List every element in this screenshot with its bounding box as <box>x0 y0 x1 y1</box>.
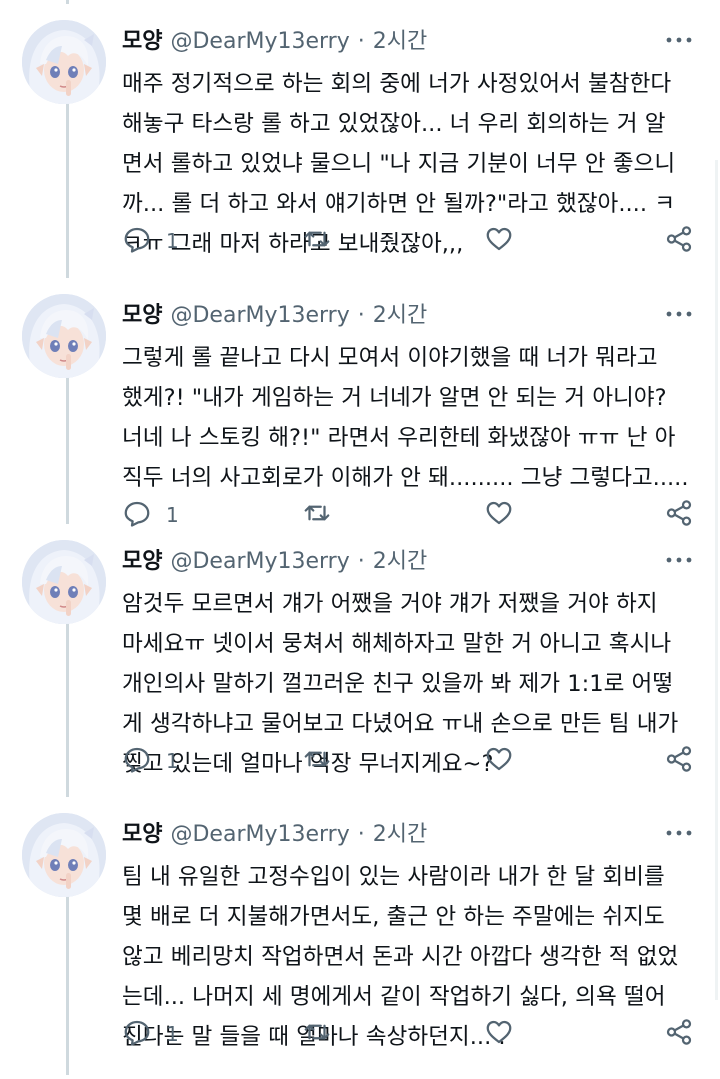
retweet-icon <box>302 1017 332 1051</box>
share-button[interactable] <box>664 224 694 258</box>
retweet-icon <box>302 744 332 778</box>
tweet-text-line: 팀 내 유일한 고정수입이 있는 사람이라 내가 한 달 회비를 <box>122 864 665 890</box>
more-horizontal-icon[interactable] <box>664 302 694 326</box>
share-button[interactable] <box>664 498 694 532</box>
retweet-button[interactable] <box>302 744 332 778</box>
share-button[interactable] <box>664 1017 694 1051</box>
tweet-text-line: 암것두 모르면서 걔가 어쨌을 거야 걔가 저쨌을 거야 하지 <box>122 591 658 617</box>
retweet-button[interactable] <box>302 498 332 532</box>
tweet-text-line: 않고 베리망치 작업하면서 돈과 시간 아깝다 생각한 적 없었 <box>122 944 679 970</box>
tweet-text-line: 너네 나 스토킹 해?!" 라면서 우리한테 화냈잖아 ㅠㅠ 난 아 <box>122 425 676 451</box>
like-button[interactable] <box>484 498 514 532</box>
timestamp[interactable]: 2시간 <box>373 29 427 54</box>
separator-dot: · <box>357 303 365 328</box>
separator-dot: · <box>357 549 365 574</box>
display-name[interactable]: 모양 <box>122 549 162 574</box>
like-button[interactable] <box>484 224 514 258</box>
avatar[interactable] <box>22 540 106 624</box>
reply-count: 1 <box>166 503 179 527</box>
reply-bubble-icon <box>122 1017 152 1051</box>
tweet[interactable]: 모양 @DearMy13erry · 2시간 그렇게 롤 끝나고 다시 모여서 이야기… <box>0 282 720 554</box>
retweet-icon <box>302 498 332 532</box>
user-handle[interactable]: @DearMy13erry <box>170 822 349 847</box>
share-button[interactable] <box>664 744 694 778</box>
tweet-text: 그렇게 롤 끝나고 다시 모여서 이야기했을 때 너가 뭐라고했게?! "내가 … <box>122 338 704 498</box>
reply-bubble-icon <box>122 224 152 258</box>
heart-icon <box>484 498 514 532</box>
reply-bubble-icon <box>122 744 152 778</box>
more-horizontal-icon[interactable] <box>664 548 694 572</box>
separator-dot: · <box>357 29 365 54</box>
tweet-actions: 1 <box>122 744 702 778</box>
avatar[interactable] <box>22 20 106 104</box>
tweet-text-line: 개인의사 말하기 껄끄러운 친구 있을까 봐 제가 1:1로 어떻 <box>122 671 674 697</box>
reply-button[interactable]: 1 <box>122 498 179 532</box>
share-icon <box>664 498 694 532</box>
tweet-actions: 1 <box>122 498 702 532</box>
tweet-header: 모양 @DearMy13erry · 2시간 <box>122 542 427 582</box>
tweet[interactable]: 모양 @DearMy13erry · 2시간 팀 내 유일한 고정수입이 있는 사람이… <box>0 801 720 1073</box>
tweet-text-line: 몇 배로 더 지불해가면서도, 출근 안 하는 주말에는 쉬지도 <box>122 904 665 930</box>
scrollbar-track[interactable] <box>715 160 718 1000</box>
tweet-text-line: 했게?! "내가 게임하는 거 너네가 알면 안 되는 거 아니야? <box>122 385 667 411</box>
retweet-button[interactable] <box>302 224 332 258</box>
retweet-button[interactable] <box>302 1017 332 1051</box>
like-button[interactable] <box>484 744 514 778</box>
reply-button[interactable]: 1 <box>122 224 179 258</box>
heart-icon <box>484 744 514 778</box>
reply-count: 1 <box>166 1022 179 1046</box>
tweet-text-line: 까... 롤 더 하고 와서 얘기하면 안 될까?"라고 했잖아.... ㅋ <box>122 191 676 217</box>
display-name[interactable]: 모양 <box>122 29 162 54</box>
tweet-header: 모양 @DearMy13erry · 2시간 <box>122 22 427 62</box>
thread-connector-line <box>66 0 69 4</box>
reply-bubble-icon <box>122 498 152 532</box>
share-icon <box>664 224 694 258</box>
reply-button[interactable]: 1 <box>122 744 179 778</box>
separator-dot: · <box>357 822 365 847</box>
tweet-text-line: 해놓구 타스랑 롤 하고 있었잖아... 너 우리 회의하는 거 알 <box>122 111 666 137</box>
tweet-text-line: 게 생각하냐고 물어보고 다녔어요 ㅠ내 손으로 만든 팀 내가 <box>122 711 679 737</box>
avatar[interactable] <box>22 294 106 378</box>
heart-icon <box>484 1017 514 1051</box>
more-horizontal-icon[interactable] <box>664 28 694 52</box>
tweet[interactable]: 모양 @DearMy13erry · 2시간 매주 정기적으로 하는 회의 중에 너가… <box>0 8 720 280</box>
tweet-text-line: 마세요ㅠ 넷이서 뭉쳐서 해체하자고 말한 거 아니고 혹시나 <box>122 631 672 657</box>
tweet[interactable]: 모양 @DearMy13erry · 2시간 암것두 모르면서 걔가 어쨌을 거야 걔… <box>0 528 720 800</box>
retweet-icon <box>302 224 332 258</box>
share-icon <box>664 1017 694 1051</box>
more-horizontal-icon[interactable] <box>664 821 694 845</box>
share-icon <box>664 744 694 778</box>
timestamp[interactable]: 2시간 <box>373 549 427 574</box>
display-name[interactable]: 모양 <box>122 822 162 847</box>
timestamp[interactable]: 2시간 <box>373 303 427 328</box>
reply-count: 1 <box>166 749 179 773</box>
display-name[interactable]: 모양 <box>122 303 162 328</box>
tweet-text-line: 면서 롤하고 있었냐 물으니 "나 지금 기분이 너무 안 좋으니 <box>122 151 676 177</box>
tweet-header: 모양 @DearMy13erry · 2시간 <box>122 815 427 855</box>
user-handle[interactable]: @DearMy13erry <box>170 549 349 574</box>
tweet-header: 모양 @DearMy13erry · 2시간 <box>122 296 427 336</box>
tweet-text-line: 직두 너의 사고회로가 이해가 안 돼......... 그냥 그렇다고....… <box>122 465 689 491</box>
reply-count: 1 <box>166 229 179 253</box>
tweet-actions: 1 <box>122 224 702 258</box>
user-handle[interactable]: @DearMy13erry <box>170 29 349 54</box>
user-handle[interactable]: @DearMy13erry <box>170 303 349 328</box>
timestamp[interactable]: 2시간 <box>373 822 427 847</box>
heart-icon <box>484 224 514 258</box>
like-button[interactable] <box>484 1017 514 1051</box>
tweet-text-line: 그렇게 롤 끝나고 다시 모여서 이야기했을 때 너가 뭐라고 <box>122 345 658 371</box>
tweet-actions: 1 <box>122 1017 702 1051</box>
reply-button[interactable]: 1 <box>122 1017 179 1051</box>
tweet-text-line: 매주 정기적으로 하는 회의 중에 너가 사정있어서 불참한다 <box>122 71 672 97</box>
avatar[interactable] <box>22 813 106 897</box>
tweet-text-line: 는데... 나머지 세 명에게서 같이 작업하기 싫다, 의욕 떨어 <box>122 984 666 1010</box>
